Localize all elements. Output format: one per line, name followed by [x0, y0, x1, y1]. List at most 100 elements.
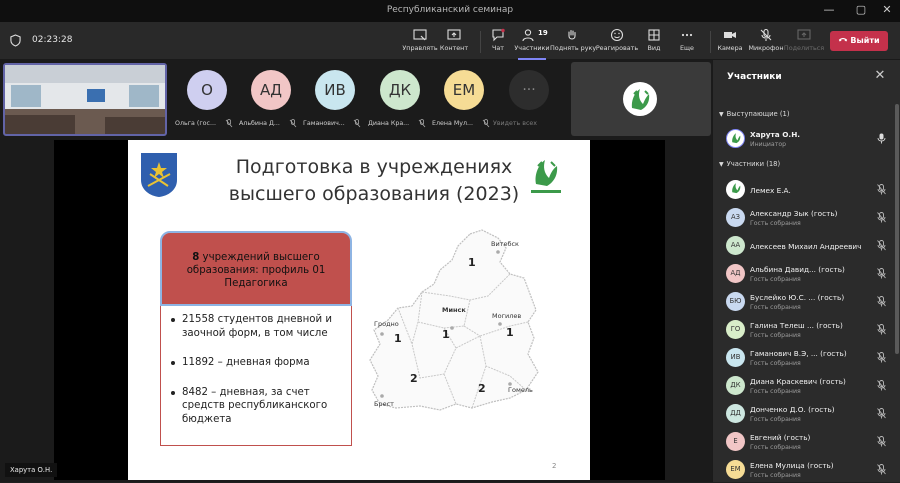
panel-title: Участники [727, 72, 782, 82]
window-titlebar: Республиканский семинар — ▢ ✕ [0, 0, 900, 22]
content-label: Контент [439, 44, 469, 52]
participant-name: Гаманович В.Э, ... (гость) [750, 349, 847, 358]
presenters-section-toggle[interactable]: ▼ Выступающие (1) [719, 110, 790, 118]
avatar: ИВ [315, 70, 355, 110]
participant-row[interactable]: ИВ Гаманович В.Э, ... (гость) Гость собран… [713, 345, 895, 371]
university-logo-icon [531, 160, 561, 193]
video-tile[interactable]: АД Альбина Д... [239, 70, 301, 134]
map-count-minsk: 1 [442, 328, 450, 341]
map-count-brest: 2 [410, 372, 418, 385]
mic-icon [877, 133, 886, 144]
hand-icon [550, 26, 594, 43]
avatar: ЕМ [726, 460, 745, 479]
tile-name: Гаманович... [303, 120, 345, 127]
participant-row[interactable]: БЮ Буслейко Ю.С. ... (гость) Гость собрани… [713, 289, 895, 315]
video-tile[interactable]: ДК Диана Кра... [368, 70, 430, 134]
participant-row[interactable]: ЕМ Елена Мулица (гость) Гость собрания [713, 457, 895, 483]
maximize-icon[interactable]: ▢ [854, 3, 868, 16]
participants-panel: Участники ✕ ▼ Выступающие (1) Харута О.Н.… [712, 60, 900, 482]
university-logo-icon [623, 82, 657, 116]
mic-muted-icon [877, 296, 886, 307]
video-tile[interactable]: ЕМ Елена Мул... [432, 70, 494, 134]
participant-row[interactable]: ГО Галина Телеш ... (гость) Гость собрания [713, 317, 895, 343]
participant-row[interactable]: АЗ Александр Зык (гость) Гость собрания [713, 205, 895, 231]
attendees-section-toggle[interactable]: ▼ Участники (18) [719, 160, 780, 168]
tile-name: Диана Кра... [368, 120, 410, 127]
avatar [726, 180, 745, 199]
meeting-stage: О Ольга (гос... АД Альбина Д... ИВ Гаман… [0, 60, 712, 482]
avatar: ЕМ [444, 70, 484, 110]
tile-name: Альбина Д... [239, 120, 280, 127]
meeting-toolbar: 02:23:28 Управлять Контент Чат 19 Участн… [0, 22, 900, 60]
participant-role: Инициатор [750, 141, 787, 148]
more-button[interactable]: Еще [665, 26, 709, 58]
participant-row[interactable]: ДК Диана Краскевич (гость) Гость собрания [713, 373, 895, 399]
video-tile[interactable]: ИВ Гаманович... [303, 70, 365, 134]
map-count-mogilev: 1 [506, 326, 514, 339]
mic-muted-icon [877, 352, 886, 363]
more-dots-icon [665, 26, 709, 43]
raise-hand-button[interactable]: Поднять руку [550, 26, 597, 58]
map-label-gomel: Гомель [508, 386, 533, 394]
more-dots-icon: ··· [509, 70, 549, 110]
tile-name: Ольга (гос... [175, 120, 216, 127]
participant-name: Евгений (гость) [750, 433, 811, 442]
mic-muted-icon [877, 464, 886, 475]
participant-row[interactable]: Лемех Е.А. [713, 177, 895, 203]
tile-name: Елена Мул... [432, 120, 474, 127]
participant-name: Донченко Д.О. (гость) [750, 405, 835, 414]
participants-label: Участники [514, 44, 550, 52]
share-button[interactable]: Поделиться [782, 26, 826, 58]
avatar: ГО [726, 320, 745, 339]
avatar: Е [726, 432, 745, 451]
map-label-minsk: Минск [442, 306, 466, 314]
video-gallery: О Ольга (гос... АД Альбина Д... ИВ Гаман… [0, 60, 712, 138]
room-video-feed[interactable] [3, 63, 167, 136]
leave-button[interactable]: Выйти [830, 31, 888, 51]
participant-role: Гость собрания [750, 332, 801, 339]
participants-button[interactable]: 19 Участники [510, 26, 554, 60]
participant-role: Гость собрания [750, 276, 801, 283]
leave-label: Выйти [850, 36, 880, 45]
participant-name: Алексеев Михаил Андреевич [750, 242, 862, 251]
participant-row[interactable]: АД Альбина Давид... (гость) Гость собрания [713, 261, 895, 287]
shared-screen: Подготовка в учреждениях высшего образов… [54, 140, 665, 480]
participant-row[interactable]: АА Алексеев Михаил Андреевич [713, 233, 895, 259]
raise-hand-label: Поднять руку [550, 44, 597, 52]
avatar: БЮ [726, 292, 745, 311]
mic-muted-icon [482, 119, 490, 128]
presenter-video-tile[interactable] [571, 62, 711, 136]
caret-down-icon: ▼ [719, 111, 724, 118]
bullet-item: 8482 – дневная, за счет средств республи… [169, 386, 343, 427]
map-label-brest: Брест [374, 400, 394, 408]
close-panel-icon[interactable]: ✕ [873, 69, 887, 83]
caret-down-icon: ▼ [719, 161, 724, 168]
mic-muted-icon [353, 119, 361, 128]
map-count-vitebsk: 1 [468, 256, 476, 269]
panel-scrollbar[interactable] [895, 104, 899, 354]
map-label-mogilev: Могилев [492, 312, 522, 320]
participant-role: Гость собрания [750, 472, 801, 479]
participant-role: Гость собрания [750, 220, 801, 227]
participant-role: Гость собрания [750, 444, 801, 451]
participant-row[interactable]: ДД Донченко Д.О. (гость) Гость собрания [713, 401, 895, 427]
see-all-button[interactable]: ··· Увидеть всех [493, 70, 559, 134]
content-button[interactable]: Контент [432, 26, 476, 58]
participant-name: Альбина Давид... (гость) [750, 265, 845, 274]
slide-title: Подготовка в учреждениях высшего образов… [228, 156, 520, 205]
participant-row[interactable]: Харута О.Н. Инициатор [713, 126, 895, 152]
participants-count: 19 [538, 29, 548, 37]
close-window-icon[interactable]: ✕ [880, 3, 894, 16]
mic-muted-icon [877, 324, 886, 335]
share-tray-icon [782, 26, 826, 43]
more-label: Еще [680, 44, 694, 52]
minimize-icon[interactable]: — [822, 3, 836, 16]
participant-row[interactable]: Е Евгений (гость) Гость собрания [713, 429, 895, 455]
participant-name: Александр Зык (гость) [750, 209, 838, 218]
map-label-grodno: Гродно [374, 320, 399, 328]
mic-muted-icon [877, 436, 886, 447]
avatar: АД [251, 70, 291, 110]
video-tile[interactable]: О Ольга (гос... [175, 70, 237, 134]
mic-muted-icon [225, 119, 233, 128]
statistics-box: 21558 студентов дневной и заочной форм, … [160, 306, 352, 446]
